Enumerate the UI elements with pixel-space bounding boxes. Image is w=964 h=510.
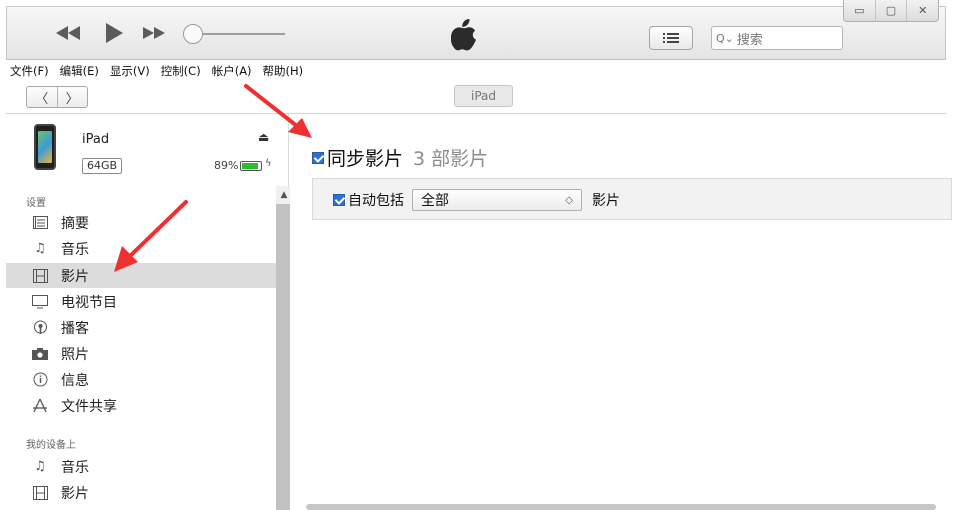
app-store-icon bbox=[32, 398, 48, 414]
movie-count: 3 部影片 bbox=[413, 148, 489, 170]
sidebar-item-file-sharing[interactable]: 文件共享 bbox=[6, 393, 276, 418]
sync-movies-label: 同步影片 bbox=[327, 148, 404, 170]
menu-bar: 文件(F) 编辑(E) 显示(V) 控制(C) 帐户(A) 帮助(H) bbox=[6, 60, 946, 82]
auto-include-value: 全部 bbox=[421, 193, 449, 209]
camera-icon bbox=[32, 346, 48, 362]
menu-account[interactable]: 帐户(A) bbox=[212, 63, 252, 79]
device-name: iPad bbox=[82, 132, 110, 147]
volume-track[interactable] bbox=[195, 33, 285, 35]
sidebar-item-label: 影片 bbox=[61, 268, 89, 285]
music-note-icon: ♫ bbox=[34, 459, 46, 474]
list-icon bbox=[663, 33, 679, 43]
capacity-badge: 64GB bbox=[82, 158, 123, 174]
search-placeholder: 搜索 bbox=[736, 32, 763, 48]
sidebar: iPad ⏏ 64GB 89% ϟ 设置 摘要 ♫ 音乐 影片 电视节目 播客 … bbox=[6, 114, 292, 510]
sidebar-item-podcasts[interactable]: 播客 bbox=[6, 315, 276, 340]
ipad-thumbnail-icon bbox=[34, 124, 56, 170]
sidebar-item-label: 播客 bbox=[61, 320, 89, 337]
forward-button[interactable]: 〉 bbox=[58, 87, 88, 107]
eject-icon[interactable]: ⏏ bbox=[258, 130, 269, 144]
back-button[interactable]: 〈 bbox=[27, 87, 58, 107]
auto-include-select[interactable]: 全部 ◇ bbox=[412, 189, 582, 211]
sidebar-item-music[interactable]: ♫ 音乐 bbox=[6, 236, 276, 261]
close-button[interactable]: ✕ bbox=[907, 0, 938, 21]
sidebar-item-tv-shows[interactable]: 电视节目 bbox=[6, 289, 276, 314]
fast-forward-button[interactable] bbox=[137, 20, 171, 46]
battery-fill bbox=[242, 163, 258, 169]
navigation-bar: 〈 〉 iPad bbox=[6, 82, 946, 114]
minimize-button[interactable]: ▭ bbox=[844, 0, 876, 21]
horizontal-scrollbar[interactable] bbox=[306, 504, 936, 510]
summary-icon bbox=[32, 215, 48, 231]
auto-include-label: 自动包括 bbox=[348, 193, 404, 209]
charging-icon: ϟ bbox=[265, 158, 272, 169]
rewind-button[interactable] bbox=[51, 20, 85, 46]
back-forward-buttons: 〈 〉 bbox=[26, 86, 88, 108]
tv-icon bbox=[32, 294, 48, 310]
film-icon bbox=[32, 268, 48, 284]
maximize-button[interactable]: ▢ bbox=[876, 0, 908, 21]
fast-forward-icon bbox=[143, 27, 165, 39]
auto-include-checkbox[interactable] bbox=[333, 194, 345, 206]
battery-percent: 89% bbox=[214, 159, 239, 172]
sidebar-item-movies[interactable]: 影片 bbox=[6, 263, 276, 288]
film-icon bbox=[32, 485, 48, 501]
menu-view[interactable]: 显示(V) bbox=[110, 63, 150, 79]
apple-logo-icon bbox=[450, 18, 477, 51]
play-button[interactable] bbox=[97, 20, 131, 46]
main-content: 同步影片 3 部影片 自动包括 全部 ◇ 影片 bbox=[290, 114, 952, 510]
sidebar-item-label: 照片 bbox=[61, 346, 89, 363]
search-input[interactable]: Q⌄ 搜索 bbox=[711, 26, 843, 50]
info-icon bbox=[32, 372, 48, 388]
auto-include-row: 自动包括 全部 ◇ 影片 bbox=[333, 189, 620, 211]
section-label-settings: 设置 bbox=[26, 198, 46, 209]
sidebar-item-label: 音乐 bbox=[61, 459, 89, 476]
sidebar-item-label: 影片 bbox=[61, 485, 89, 502]
podcast-icon bbox=[32, 320, 48, 336]
select-caret-icon: ◇ bbox=[565, 194, 573, 206]
search-icon: Q⌄ bbox=[716, 31, 734, 45]
title-bar: Q⌄ 搜索 bbox=[6, 6, 946, 60]
window-controls: ▭ ▢ ✕ bbox=[843, 0, 939, 22]
sidebar-item-label: 摘要 bbox=[61, 215, 89, 232]
sidebar-item-photos[interactable]: 照片 bbox=[6, 341, 276, 366]
window-edge bbox=[947, 0, 964, 510]
sidebar-item-label: 音乐 bbox=[61, 241, 89, 258]
auto-include-panel: 自动包括 全部 ◇ 影片 bbox=[312, 178, 952, 220]
sync-movies-checkbox[interactable] bbox=[312, 151, 324, 164]
sidebar-item-label: 信息 bbox=[61, 372, 89, 389]
sidebar-item-summary[interactable]: 摘要 bbox=[6, 210, 276, 235]
list-view-button[interactable] bbox=[649, 26, 693, 50]
sidebar-item-label: 电视节目 bbox=[61, 294, 117, 311]
menu-edit[interactable]: 编辑(E) bbox=[60, 63, 99, 79]
auto-include-suffix: 影片 bbox=[592, 193, 620, 209]
sidebar-item-info[interactable]: 信息 bbox=[6, 367, 276, 392]
sidebar-item-label: 文件共享 bbox=[61, 398, 117, 415]
sync-movies-row: 同步影片 3 部影片 bbox=[312, 144, 488, 171]
menu-help[interactable]: 帮助(H) bbox=[263, 63, 304, 79]
sidebar-item-device-movies[interactable]: 影片 bbox=[6, 480, 276, 505]
music-note-icon: ♫ bbox=[34, 241, 46, 256]
rewind-icon bbox=[56, 26, 80, 40]
sidebar-item-device-music[interactable]: ♫ 音乐 bbox=[6, 454, 276, 479]
battery-icon bbox=[240, 161, 262, 171]
volume-slider-knob[interactable] bbox=[183, 24, 203, 44]
play-icon bbox=[106, 23, 123, 43]
device-tab-ipad[interactable]: iPad bbox=[454, 85, 513, 107]
menu-controls[interactable]: 控制(C) bbox=[161, 63, 201, 79]
section-label-on-my-device: 我的设备上 bbox=[26, 440, 76, 451]
menu-file[interactable]: 文件(F) bbox=[10, 63, 49, 79]
